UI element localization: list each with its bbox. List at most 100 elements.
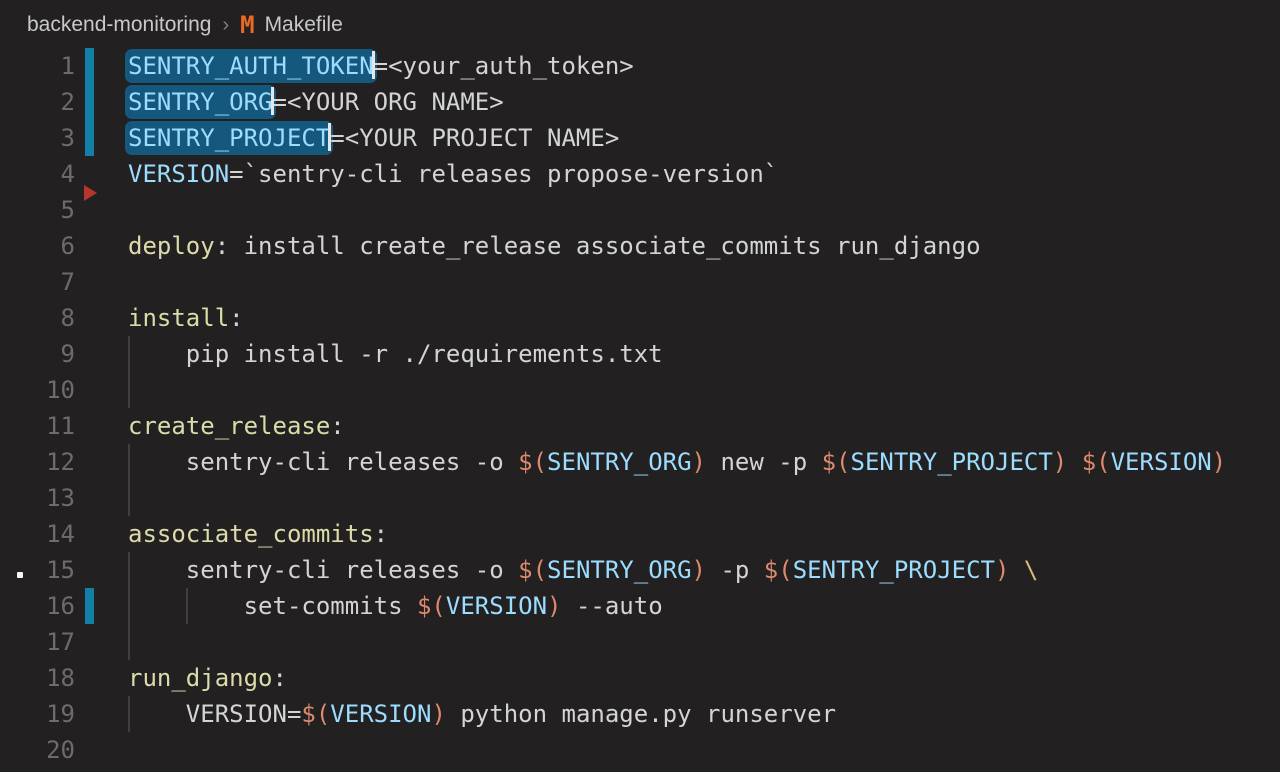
indent-guide [128, 624, 130, 660]
code-token: =<your_auth_token> [374, 52, 634, 80]
line-number[interactable]: 16 [0, 588, 75, 624]
chevron-right-icon: › [221, 14, 230, 37]
code-line[interactable]: 3 SENTRY_PROJECT=<YOUR PROJECT NAME> [0, 120, 1280, 156]
code-text: SENTRY_PROJECT=<YOUR PROJECT NAME> [128, 120, 619, 156]
code-text: set-commits $(VERSION) --auto [128, 588, 663, 624]
code-token: ) [1212, 448, 1226, 476]
code-line[interactable]: 4 VERSION=`sentry-cli releases propose-ve… [0, 156, 1280, 192]
line-number[interactable]: 18 [0, 660, 75, 696]
line-number[interactable]: 12 [0, 444, 75, 480]
line-number[interactable]: 5 [0, 192, 75, 228]
code-token: : install create_release associate_commi… [215, 232, 981, 260]
code-token: ) [431, 700, 445, 728]
code-token: $( [764, 556, 793, 584]
git-modified-indicator[interactable] [85, 84, 94, 120]
code-token: VERSION [1111, 448, 1212, 476]
code-token: $( [417, 592, 446, 620]
code-token: install [128, 304, 229, 332]
code-token: SENTRY_ORG [547, 556, 692, 584]
code-token: deploy [128, 232, 215, 260]
line-number[interactable]: 8 [0, 300, 75, 336]
code-line[interactable]: 20 [0, 732, 1280, 768]
git-modified-indicator[interactable] [85, 588, 94, 624]
indent-guide [128, 480, 130, 516]
code-text: sentry-cli releases -o $(SENTRY_ORG) -p … [128, 552, 1038, 588]
code-token: ) [995, 556, 1009, 584]
code-line[interactable]: 14 associate_commits: [0, 516, 1280, 552]
code-token: set-commits [128, 592, 417, 620]
code-token: : [330, 412, 344, 440]
code-token: $( [518, 556, 547, 584]
code-line[interactable]: 8 install: [0, 300, 1280, 336]
code-text: VERSION=$(VERSION) python manage.py runs… [128, 696, 836, 732]
code-token: SENTRY_PROJECT [793, 556, 995, 584]
code-token: python manage.py runserver [446, 700, 836, 728]
line-number[interactable]: 9 [0, 336, 75, 372]
line-number[interactable]: 4 [0, 156, 75, 192]
code-token: sentry-cli releases -o [128, 556, 518, 584]
line-number[interactable]: 7 [0, 264, 75, 300]
code-text: pip install -r ./requirements.txt [128, 336, 663, 372]
code-line[interactable]: 13 [0, 480, 1280, 516]
git-modified-indicator[interactable] [85, 48, 94, 84]
line-number[interactable]: 20 [0, 732, 75, 768]
code-line[interactable]: 7 [0, 264, 1280, 300]
mouse-cursor-dot [17, 572, 23, 578]
line-number[interactable]: 6 [0, 228, 75, 264]
code-token: =<YOUR ORG NAME> [273, 88, 504, 116]
code-text: associate_commits: [128, 516, 388, 552]
code-token: : [229, 304, 243, 332]
code-line[interactable]: 1 SENTRY_AUTH_TOKEN=<your_auth_token> [0, 48, 1280, 84]
line-number[interactable]: 17 [0, 624, 75, 660]
code-line[interactable]: 10 [0, 372, 1280, 408]
code-line[interactable]: 2 SENTRY_ORG=<YOUR ORG NAME> [0, 84, 1280, 120]
code-text: VERSION=`sentry-cli releases propose-ver… [128, 156, 778, 192]
code-token: ) [692, 556, 706, 584]
code-token: ) [692, 448, 706, 476]
code-area[interactable]: 1 SENTRY_AUTH_TOKEN=<your_auth_token> 2 SEN… [0, 48, 1280, 768]
line-number[interactable]: 10 [0, 372, 75, 408]
code-token: =`sentry-cli releases propose-version` [229, 160, 778, 188]
breadcrumb: backend-monitoring › M Makefile [0, 0, 1280, 50]
line-number[interactable]: 13 [0, 480, 75, 516]
line-number[interactable]: 11 [0, 408, 75, 444]
code-token [1067, 448, 1081, 476]
line-number[interactable]: 3 [0, 120, 75, 156]
line-number[interactable]: 19 [0, 696, 75, 732]
code-text: run_django: [128, 660, 287, 696]
code-line[interactable]: 16 set-commits $(VERSION) --auto [0, 588, 1280, 624]
code-line[interactable]: 19 VERSION=$(VERSION) python manage.py r… [0, 696, 1280, 732]
code-token: $( [822, 448, 851, 476]
code-token [1009, 556, 1023, 584]
code-text: install: [128, 300, 244, 336]
code-token: \ [1024, 556, 1038, 584]
code-line[interactable]: 17 [0, 624, 1280, 660]
code-token: VERSION [446, 592, 547, 620]
code-line[interactable]: 11 create_release: [0, 408, 1280, 444]
line-number[interactable]: 1 [0, 48, 75, 84]
code-line[interactable]: 12 sentry-cli releases -o $(SENTRY_ORG) … [0, 444, 1280, 480]
code-token: VERSION [128, 160, 229, 188]
code-line[interactable]: 9 pip install -r ./requirements.txt [0, 336, 1280, 372]
code-line[interactable]: 5 [0, 192, 1280, 228]
breadcrumb-folder[interactable]: backend-monitoring [27, 13, 211, 37]
line-number[interactable]: 2 [0, 84, 75, 120]
git-deleted-indicator[interactable] [84, 185, 97, 201]
selected-token: SENTRY_ORG [128, 88, 273, 116]
code-token: : [374, 520, 388, 548]
text-cursor [372, 51, 375, 79]
code-text: create_release: [128, 408, 345, 444]
selected-token: SENTRY_PROJECT [128, 124, 330, 152]
breadcrumb-file[interactable]: Makefile [265, 13, 343, 37]
git-modified-indicator[interactable] [85, 120, 94, 156]
selected-token: SENTRY_AUTH_TOKEN [128, 52, 374, 80]
code-token: new -p [706, 448, 822, 476]
code-token: $( [301, 700, 330, 728]
indent-guide [128, 372, 130, 408]
line-number[interactable]: 15 [0, 552, 75, 588]
code-line[interactable]: 6 deploy: install create_release associat… [0, 228, 1280, 264]
line-number[interactable]: 14 [0, 516, 75, 552]
code-line[interactable]: 15 sentry-cli releases -o $(SENTRY_ORG) … [0, 552, 1280, 588]
code-line[interactable]: 18 run_django: [0, 660, 1280, 696]
code-token: create_release [128, 412, 330, 440]
